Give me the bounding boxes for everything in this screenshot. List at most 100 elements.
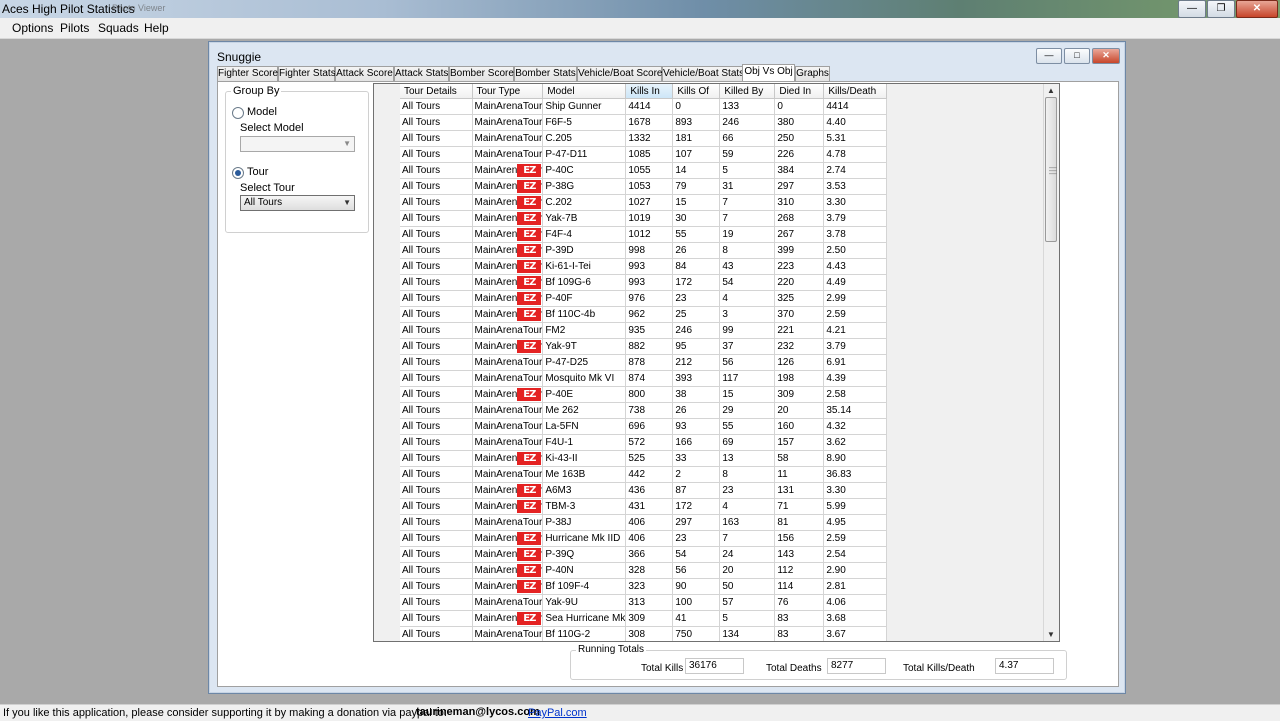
- pilot-window-title: Snuggie: [217, 50, 262, 64]
- table-row[interactable]: All Tours MainArenaTour EZ P-39Q 366 54 24 143 2…: [400, 546, 888, 563]
- cell-text: 308: [628, 629, 646, 640]
- table-cell: 14: [672, 162, 721, 179]
- table-row[interactable]: All Tours MainArenaTour EZ A6M3 436 87 23 131 3.…: [400, 482, 888, 499]
- table-row[interactable]: All Tours MainArenaTour Me 163B 442 2 8 11 36.8…: [400, 466, 888, 483]
- column-header[interactable]: Kills In: [625, 84, 674, 99]
- select-model-dropdown[interactable]: ▼: [240, 136, 355, 152]
- table-cell: 43: [719, 258, 776, 275]
- cell-text: All Tours: [402, 549, 441, 560]
- table-cell: MainArenaTour EZ: [472, 546, 544, 563]
- table-row[interactable]: All Tours MainArenaTour EZ Yak-9T 882 95 37 232…: [400, 338, 888, 355]
- column-header[interactable]: Model: [542, 84, 627, 99]
- table-row[interactable]: All Tours MainArenaTour F4U-1 572 166 69 157 3.…: [400, 434, 888, 451]
- table-row[interactable]: All Tours MainArenaTour F6F-5 1678 893 246 380…: [400, 114, 888, 131]
- tab-attack-stats[interactable]: Attack Stats: [394, 66, 449, 81]
- tab-obj-vs-obj[interactable]: Obj Vs Obj: [742, 64, 795, 82]
- table-row[interactable]: All Tours MainArenaTour EZ Hurricane Mk IID…: [400, 530, 888, 547]
- cell-text: Hurricane Mk IID: [545, 533, 621, 544]
- column-header[interactable]: Killed By: [719, 84, 776, 99]
- table-cell: MainArenaTour: [472, 626, 544, 641]
- column-header[interactable]: Kills Of: [672, 84, 721, 99]
- ez-badge-icon: EZ: [517, 580, 542, 593]
- tab-attack-score[interactable]: Attack Score: [335, 66, 394, 81]
- table-row[interactable]: All Tours MainArenaTour EZ TBM-3 431 172 4 71 5.…: [400, 498, 888, 515]
- ez-badge-icon: EZ: [517, 388, 542, 401]
- table-cell: 309: [625, 610, 674, 627]
- column-header[interactable]: Tour Type: [472, 84, 544, 99]
- table-row[interactable]: All Tours MainArenaTour EZ Ki-43-II 525 33 13 5…: [400, 450, 888, 467]
- menu-pilots[interactable]: Pilots: [60, 21, 89, 35]
- table-row[interactable]: All Tours MainArenaTour EZ P-39D 998 26 8 399 2.…: [400, 242, 888, 259]
- table-row[interactable]: All Tours MainArenaTour Bf 110G-2 308 750 134…: [400, 626, 888, 641]
- table-row[interactable]: All Tours MainArenaTour EZ P-40F 976 23 4 325 2.…: [400, 290, 888, 307]
- table-cell: 2.81: [823, 578, 888, 595]
- table-row[interactable]: All Tours MainArenaTour FM2 935 246 99 221 4.21: [400, 322, 888, 339]
- table-row[interactable]: All Tours MainArenaTour EZ Bf 109F-4 323 90 50…: [400, 578, 888, 595]
- scrollbar-thumb[interactable]: — — —: [1045, 97, 1057, 242]
- table-row[interactable]: All Tours MainArenaTour EZ Yak-7B 1019 30 7 268…: [400, 210, 888, 227]
- table-row[interactable]: All Tours MainArenaTour P-38J 406 297 163 81 4.…: [400, 514, 888, 531]
- table-row[interactable]: All Tours MainArenaTour EZ Ki-61-I-Tei 993 84…: [400, 258, 888, 275]
- tab-vehicle-boat-stats[interactable]: Vehicle/Boat Stats: [662, 66, 744, 81]
- cell-text: All Tours: [402, 357, 441, 368]
- cell-text: 366: [628, 549, 646, 560]
- table-row[interactable]: All Tours MainArenaTour EZ Bf 110C-4b 962 25 3…: [400, 306, 888, 323]
- table-row[interactable]: All Tours MainArenaTour C.205 1332 181 66 250 5…: [400, 130, 888, 147]
- table-row[interactable]: All Tours MainArenaTour EZ P-40C 1055 14 5 384 2…: [400, 162, 888, 179]
- table-row[interactable]: All Tours MainArenaTour Mosquito Mk VI 874 3…: [400, 370, 888, 387]
- maximize-button[interactable]: ❐: [1207, 0, 1235, 18]
- paypal-link[interactable]: PayPal.com: [528, 707, 587, 719]
- tab-graphs[interactable]: Graphs: [795, 66, 830, 81]
- table-row[interactable]: All Tours MainArenaTour Ship Gunner 4414 0 13…: [400, 98, 888, 115]
- tab-vehicle-boat-score[interactable]: Vehicle/Boat Score: [577, 66, 663, 81]
- menu-help[interactable]: Help: [144, 21, 169, 35]
- table-cell: 4.21: [823, 322, 888, 339]
- column-header[interactable]: Died In: [774, 84, 825, 99]
- table-row[interactable]: All Tours MainArenaTour EZ P-38G 1053 79 31 297…: [400, 178, 888, 195]
- tab-bomber-score[interactable]: Bomber Score: [449, 66, 514, 81]
- table-row[interactable]: All Tours MainArenaTour Yak-9U 313 100 57 76 4.…: [400, 594, 888, 611]
- cell-text: 172: [675, 501, 693, 512]
- menu-options[interactable]: Options: [12, 21, 53, 35]
- table-row[interactable]: All Tours MainArenaTour P-47-D11 1085 107 59 2…: [400, 146, 888, 163]
- tab-bomber-stats[interactable]: Bomber Stats: [514, 66, 577, 81]
- minimize-button[interactable]: —: [1178, 0, 1206, 18]
- scroll-up-icon[interactable]: ▲: [1047, 86, 1055, 95]
- model-radio[interactable]: [232, 107, 244, 119]
- table-cell: 90: [672, 578, 721, 595]
- scroll-down-icon[interactable]: ▼: [1047, 630, 1055, 639]
- tab-fighter-score[interactable]: Fighter Score: [217, 66, 278, 81]
- child-close-button[interactable]: ✕: [1092, 48, 1120, 64]
- table-cell: 380: [774, 114, 825, 131]
- vertical-scrollbar[interactable]: ▲ — — — ▼: [1043, 84, 1059, 641]
- cell-text: P-40E: [545, 389, 574, 400]
- child-minimize-button[interactable]: —: [1036, 48, 1062, 64]
- table-cell: MainArenaTour EZ: [472, 242, 544, 259]
- table-cell: 2.99: [823, 290, 888, 307]
- column-header[interactable]: Tour Details: [400, 84, 473, 99]
- table-cell: Yak-9U: [542, 594, 627, 611]
- close-button[interactable]: ✕: [1236, 0, 1278, 18]
- menu-squads[interactable]: Squads: [98, 21, 139, 35]
- table-row[interactable]: All Tours MainArenaTour Me 262 738 26 29 20 35.…: [400, 402, 888, 419]
- table-cell: 23: [672, 290, 721, 307]
- column-header[interactable]: Kills/Death: [823, 84, 888, 99]
- total-deaths-field: 8277: [827, 658, 886, 674]
- table-row[interactable]: All Tours MainArenaTour EZ P-40N 328 56 20 112 2…: [400, 562, 888, 579]
- tab-fighter-stats[interactable]: Fighter Stats: [278, 66, 336, 81]
- table-cell: 181: [672, 130, 721, 147]
- cell-text: Ship Gunner: [545, 101, 602, 112]
- cell-text: 0: [777, 101, 783, 112]
- tour-radio[interactable]: [232, 167, 244, 179]
- table-row[interactable]: All Tours MainArenaTour La-5FN 696 93 55 160 4.…: [400, 418, 888, 435]
- cell-text: 993: [628, 277, 646, 288]
- child-maximize-button[interactable]: □: [1064, 48, 1090, 64]
- table-row[interactable]: All Tours MainArenaTour P-47-D25 878 212 56 12…: [400, 354, 888, 371]
- table-cell: 525: [625, 450, 674, 467]
- table-row[interactable]: All Tours MainArenaTour EZ F4F-4 1012 55 19 267…: [400, 226, 888, 243]
- table-row[interactable]: All Tours MainArenaTour EZ P-40E 800 38 15 309 2…: [400, 386, 888, 403]
- select-tour-dropdown[interactable]: All Tours ▼: [240, 195, 355, 211]
- table-row[interactable]: All Tours MainArenaTour EZ C.202 1027 15 7 310 3…: [400, 194, 888, 211]
- table-row[interactable]: All Tours MainArenaTour EZ Sea Hurricane Mk…: [400, 610, 888, 627]
- table-row[interactable]: All Tours MainArenaTour EZ Bf 109G-6 993 172 5…: [400, 274, 888, 291]
